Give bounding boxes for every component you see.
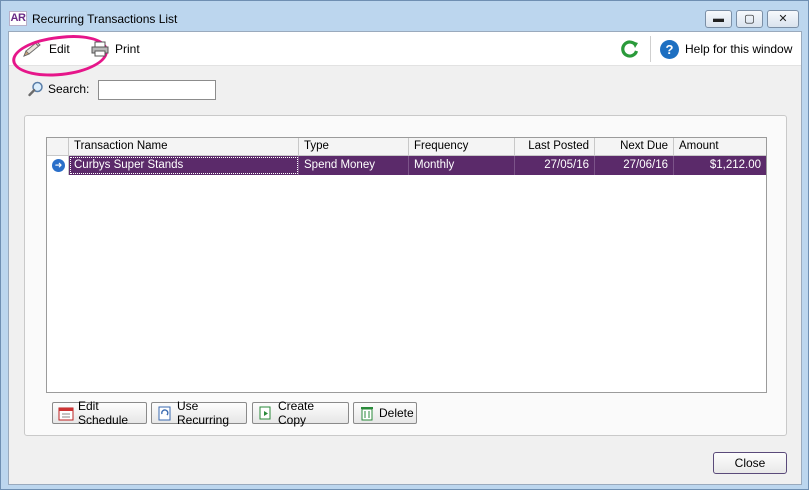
- column-header-type[interactable]: Type: [299, 138, 409, 156]
- print-label: Print: [115, 42, 140, 56]
- title-bar[interactable]: AR Recurring Transactions List ▬ ▢ ✕: [1, 1, 808, 31]
- create-copy-button[interactable]: Create Copy: [252, 399, 349, 427]
- column-header-amount[interactable]: Amount: [674, 138, 766, 156]
- refresh-button[interactable]: [620, 38, 640, 60]
- use-recurring-icon: [157, 406, 173, 421]
- edit-schedule-label: Edit Schedule: [78, 399, 129, 427]
- printer-icon: [91, 41, 109, 57]
- search-row: Search:: [27, 80, 89, 98]
- search-label: Search:: [48, 82, 90, 96]
- refresh-icon: [620, 39, 640, 59]
- row-indicator-cell[interactable]: ➜: [47, 156, 69, 175]
- cell-last-posted[interactable]: 27/05/16: [515, 156, 595, 175]
- cell-type[interactable]: Spend Money: [299, 156, 409, 175]
- close-window-button[interactable]: ✕: [767, 10, 799, 28]
- search-icon: [27, 80, 45, 98]
- create-copy-label: Create Copy: [278, 399, 315, 427]
- toolbar-separator: [650, 36, 651, 62]
- help-label: Help for this window: [685, 42, 793, 56]
- delete-label: Delete: [379, 406, 414, 420]
- search-input[interactable]: [98, 80, 216, 100]
- arrow-right-icon: ➜: [52, 159, 65, 172]
- cell-transaction-name[interactable]: Curbys Super Stands: [69, 156, 299, 175]
- cell-next-due[interactable]: 27/06/16: [595, 156, 674, 175]
- window-title: Recurring Transactions List: [32, 12, 178, 26]
- column-header-last-posted[interactable]: Last Posted: [515, 138, 595, 156]
- use-recurring-button[interactable]: Use Recurring: [151, 399, 247, 427]
- header-row-indicator: [47, 138, 69, 156]
- column-header-next-due[interactable]: Next Due: [595, 138, 674, 156]
- table-row[interactable]: ➜ Curbys Super Stands Spend Money Monthl…: [47, 156, 766, 175]
- edit-label: Edit: [49, 42, 70, 56]
- calendar-icon: [58, 406, 74, 421]
- pencil-icon: [21, 40, 43, 58]
- edit-schedule-button[interactable]: Edit Schedule: [52, 399, 147, 427]
- trash-icon: [359, 406, 375, 421]
- column-header-transaction-name[interactable]: Transaction Name: [69, 138, 299, 156]
- help-button[interactable]: ? Help for this window: [660, 38, 792, 60]
- transactions-panel: Transaction Name Type Frequency Last Pos…: [24, 115, 787, 436]
- column-header-frequency[interactable]: Frequency: [409, 138, 515, 156]
- close-button[interactable]: Close: [713, 452, 787, 474]
- cell-frequency[interactable]: Monthly: [409, 156, 515, 175]
- app-logo: AR: [9, 11, 27, 26]
- use-recurring-label: Use Recurring: [177, 399, 230, 427]
- toolbar: Edit Print ? Help for this window: [9, 31, 801, 81]
- recurring-transactions-window: AR Recurring Transactions List ▬ ▢ ✕ Edi…: [0, 0, 809, 490]
- maximize-button[interactable]: ▢: [736, 10, 763, 28]
- client-area: Edit Print ? Help for this window Search…: [8, 31, 802, 485]
- delete-button[interactable]: Delete: [353, 402, 417, 424]
- cell-amount[interactable]: $1,212.00: [674, 156, 766, 175]
- help-icon: ?: [660, 39, 679, 59]
- recurring-transactions-grid[interactable]: Transaction Name Type Frequency Last Pos…: [46, 137, 767, 393]
- minimize-button[interactable]: ▬: [705, 10, 732, 28]
- edit-button[interactable]: Edit: [10, 31, 110, 81]
- grid-header: Transaction Name Type Frequency Last Pos…: [47, 138, 766, 156]
- print-button[interactable]: Print: [91, 38, 140, 60]
- copy-icon: [258, 406, 274, 421]
